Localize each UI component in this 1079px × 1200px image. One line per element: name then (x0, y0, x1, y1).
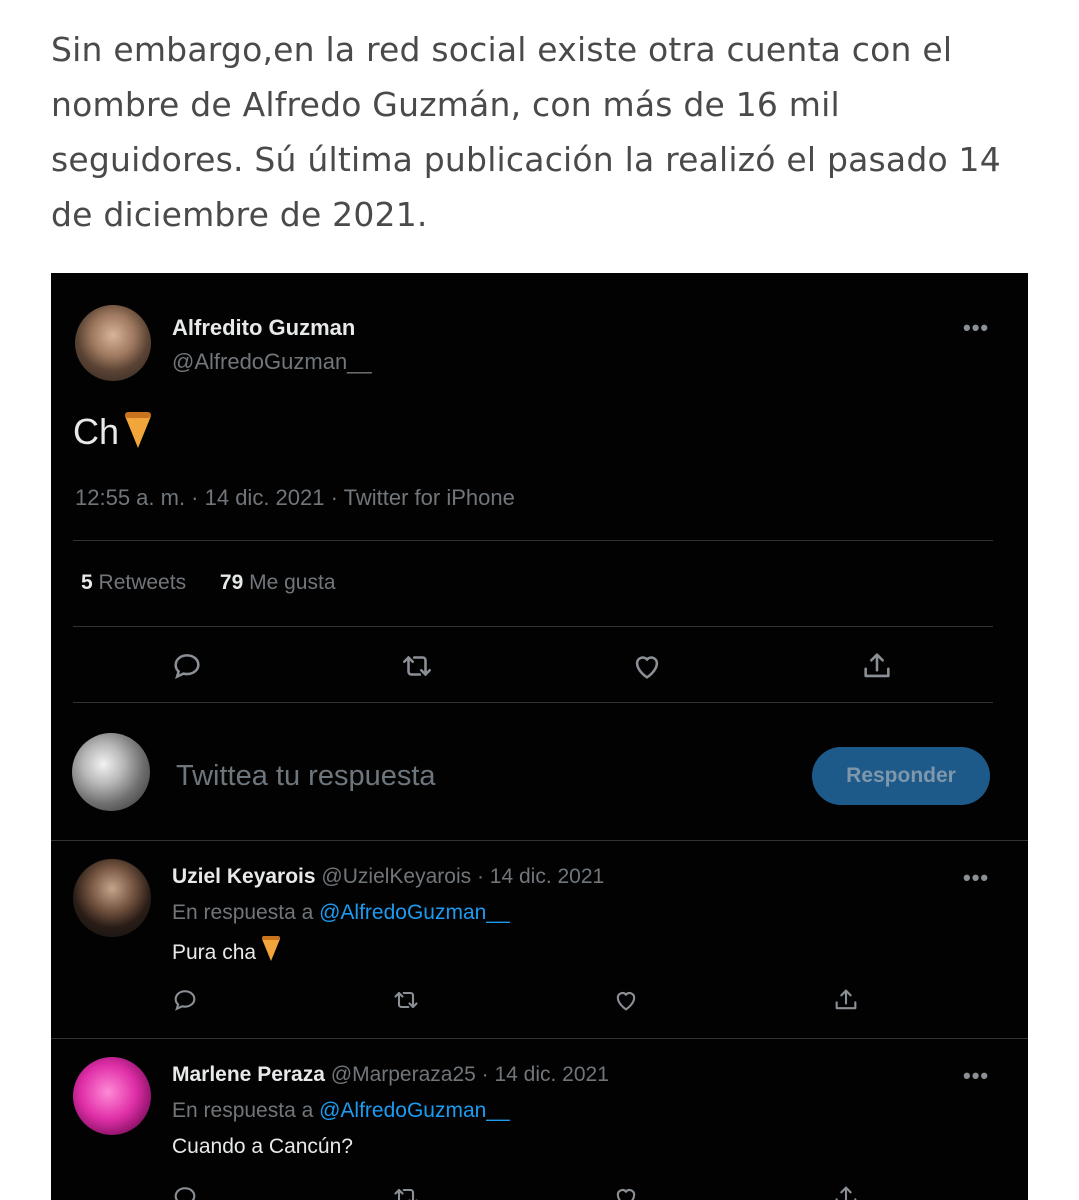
author-name[interactable]: Alfredito Guzman (172, 315, 355, 341)
in-reply-to-handle[interactable]: @AlfredoGuzman__ (319, 901, 510, 924)
user-avatar (72, 733, 150, 811)
retweet-icon[interactable] (392, 1183, 420, 1200)
tweet-meta[interactable]: 12:55 a. m. · 14 dic. 2021 · Twitter for… (75, 485, 515, 511)
tweet-stats: 5 Retweets 79 Me gusta (81, 571, 364, 595)
reply-icon[interactable] (171, 986, 199, 1014)
like-icon[interactable] (612, 986, 640, 1014)
reply-avatar[interactable] (73, 1057, 151, 1135)
more-options-icon[interactable]: ••• (963, 1063, 989, 1089)
reply-handle-date[interactable]: @UzielKeyarois · 14 dic. 2021 (321, 865, 604, 888)
reply-avatar[interactable] (73, 859, 151, 937)
divider (73, 702, 993, 703)
in-reply-to-label: En respuesta a (172, 1099, 314, 1122)
reply-author-name[interactable]: Uziel Keyarois (172, 865, 316, 888)
pizza-emoji-icon (262, 936, 281, 961)
reply-author-name[interactable]: Marlene Peraza (172, 1063, 325, 1086)
more-options-icon[interactable]: ••• (963, 865, 989, 891)
reply-text: Cuando a Cancún? (172, 1135, 353, 1158)
likes-count: 79 (219, 571, 244, 594)
article-paragraph: Sin embargo,en la red social existe otra… (51, 30, 1001, 234)
tweet-text-content: Ch (73, 411, 120, 452)
tweet-screenshot: Alfredito Guzman @AlfredoGuzman__ ••• Ch… (51, 273, 1028, 1200)
likes-stat[interactable]: 79 Me gusta (220, 571, 336, 594)
like-icon[interactable] (630, 649, 664, 683)
divider (51, 840, 1028, 841)
share-icon[interactable] (832, 1183, 860, 1200)
divider (51, 1038, 1028, 1039)
tweet-text: Ch (73, 411, 152, 453)
reply-handle-date[interactable]: @Marperaza25 · 14 dic. 2021 (331, 1063, 609, 1086)
reply-header: Uziel Keyarois @UzielKeyarois · 14 dic. … (172, 865, 604, 889)
reply-input[interactable]: Twittea tu respuesta (176, 760, 436, 793)
reply-context: En respuesta a @AlfredoGuzman__ (172, 901, 510, 925)
respond-button[interactable]: Responder (812, 747, 990, 805)
reply-text: Pura cha (172, 936, 281, 965)
retweets-stat[interactable]: 5 Retweets (81, 571, 186, 594)
retweets-count: 5 (81, 571, 93, 594)
share-icon[interactable] (860, 649, 894, 683)
pizza-emoji-icon (125, 412, 152, 448)
reply-icon[interactable] (170, 649, 204, 683)
reply-context: En respuesta a @AlfredoGuzman__ (172, 1099, 510, 1123)
more-options-icon[interactable]: ••• (963, 315, 989, 341)
reply-icon[interactable] (171, 1183, 199, 1200)
divider (73, 540, 993, 541)
author-avatar[interactable] (75, 305, 151, 381)
retweet-icon[interactable] (400, 649, 434, 683)
retweets-label: Retweets (98, 571, 187, 594)
author-handle[interactable]: @AlfredoGuzman__ (172, 349, 372, 375)
retweet-icon[interactable] (392, 986, 420, 1014)
divider (73, 626, 993, 627)
in-reply-to-label: En respuesta a (172, 901, 314, 924)
likes-label: Me gusta (249, 571, 336, 594)
like-icon[interactable] (612, 1183, 640, 1200)
share-icon[interactable] (832, 986, 860, 1014)
reply-text-content: Pura cha (172, 941, 257, 964)
in-reply-to-handle[interactable]: @AlfredoGuzman__ (319, 1099, 510, 1122)
reply-header: Marlene Peraza @Marperaza25 · 14 dic. 20… (172, 1063, 609, 1087)
